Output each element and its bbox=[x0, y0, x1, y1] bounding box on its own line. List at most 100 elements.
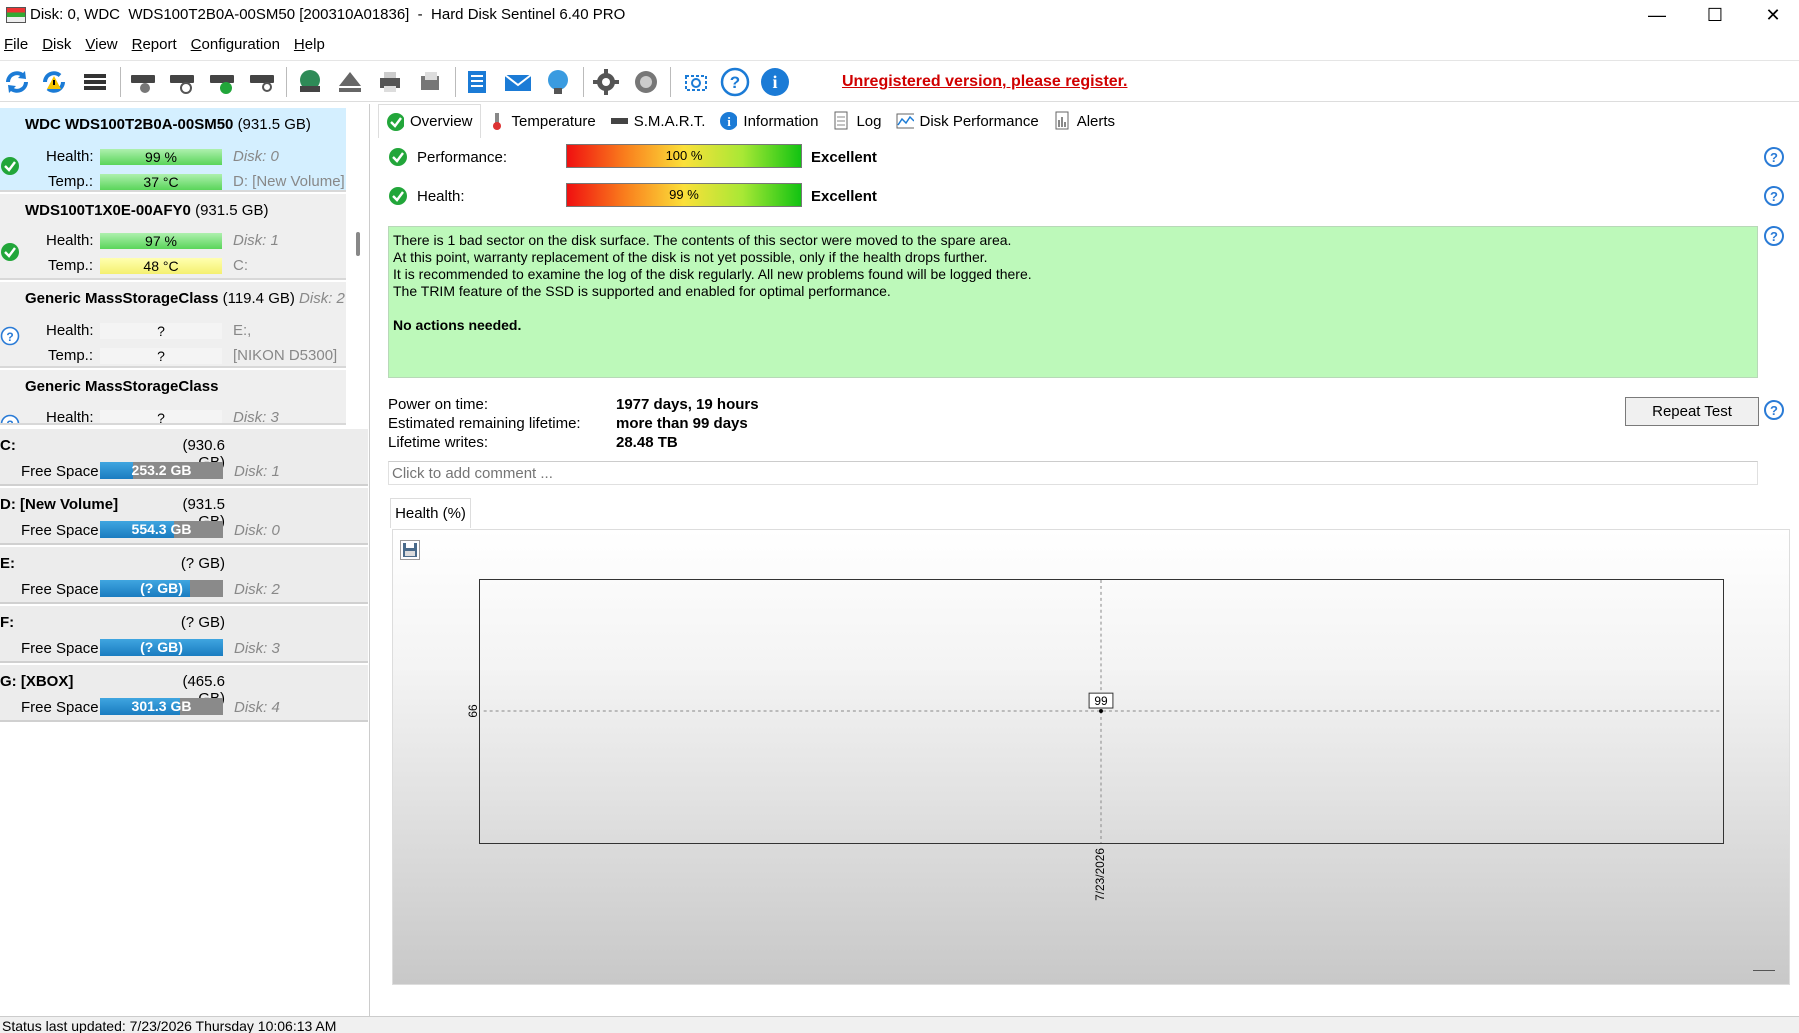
tab-disk-performance[interactable]: Disk Performance bbox=[889, 104, 1046, 138]
web-report-icon[interactable] bbox=[541, 65, 575, 99]
volume-name: G: [XBOX] bbox=[0, 673, 74, 690]
volume-name: C: bbox=[0, 437, 16, 454]
health-label: Health: bbox=[417, 188, 465, 205]
maximize-button[interactable]: ☐ bbox=[1686, 0, 1744, 30]
repeat-test-button[interactable]: Repeat Test bbox=[1625, 397, 1759, 426]
performance-icon bbox=[896, 112, 914, 130]
email-icon[interactable] bbox=[501, 65, 535, 99]
menu-report[interactable]: Report bbox=[128, 34, 187, 58]
tab-temperature[interactable]: Temperature bbox=[481, 104, 603, 138]
free-space-label: Free Space bbox=[21, 463, 99, 480]
action-text: No actions needed. bbox=[393, 317, 522, 333]
temp-bar: ? bbox=[100, 348, 222, 364]
help-icon[interactable]: ? bbox=[1764, 226, 1784, 246]
tab-label: Temperature bbox=[511, 112, 596, 130]
sound-icon[interactable] bbox=[629, 65, 663, 99]
disk-number: Disk: 4 bbox=[234, 699, 280, 716]
comment-input[interactable] bbox=[388, 461, 1758, 485]
tab-label: S.M.A.R.T. bbox=[633, 112, 706, 130]
disk-number: Disk: 2 bbox=[234, 581, 280, 598]
info-icon[interactable]: i bbox=[758, 65, 792, 99]
disk-card-3[interactable]: Generic MassStorageClass ? Health: ? Dis… bbox=[0, 370, 346, 425]
tab-information[interactable]: i Information bbox=[712, 104, 825, 138]
disk-title: WDC WDS100T2B0A-00SM50 (931.5 GB) bbox=[25, 116, 311, 133]
volume-card-c[interactable]: C: (930.6 GB) Free Space 253.2 GB Disk: … bbox=[0, 429, 368, 486]
globe-disk-icon[interactable] bbox=[293, 65, 327, 99]
settings-icon[interactable] bbox=[589, 65, 623, 99]
volume-card-d[interactable]: D: [New Volume] (931.5 GB) Free Space 55… bbox=[0, 488, 368, 545]
message-line: At this point, warranty replacement of t… bbox=[393, 249, 988, 265]
help-icon[interactable]: ? bbox=[718, 65, 752, 99]
help-icon[interactable]: ? bbox=[1764, 186, 1784, 206]
tab-overview[interactable]: Overview bbox=[378, 104, 481, 138]
message-line: The TRIM feature of the SSD is supported… bbox=[393, 283, 891, 299]
health-label: Health: bbox=[46, 148, 94, 165]
disk-list-icon[interactable] bbox=[78, 65, 112, 99]
disk-search-icon[interactable] bbox=[245, 65, 279, 99]
disk-ok-icon[interactable] bbox=[205, 65, 239, 99]
data-point bbox=[1099, 709, 1103, 713]
log-icon bbox=[832, 111, 850, 130]
save-chart-icon[interactable] bbox=[400, 540, 420, 560]
data-label: 99 bbox=[1094, 694, 1108, 708]
tab-label: Information bbox=[743, 112, 819, 130]
volume-size: (? GB) bbox=[180, 555, 225, 572]
help-icon[interactable]: ? bbox=[1764, 147, 1784, 167]
smart-icon bbox=[610, 112, 628, 130]
menu-view[interactable]: View bbox=[81, 34, 127, 58]
temp-bar: 48 °C bbox=[100, 258, 222, 274]
status-unknown-icon: ? bbox=[0, 414, 20, 423]
collapse-handle[interactable] bbox=[1753, 970, 1775, 971]
menu-configuration[interactable]: Configuration bbox=[187, 34, 290, 58]
refresh-warning-icon[interactable] bbox=[37, 65, 71, 99]
report-icon[interactable] bbox=[460, 65, 494, 99]
volume-card-e[interactable]: E: (? GB) Free Space (? GB) Disk: 2 bbox=[0, 547, 368, 604]
screenshot-icon[interactable] bbox=[679, 65, 713, 99]
tab-label: Overview bbox=[410, 113, 473, 130]
tab-alerts[interactable]: Alerts bbox=[1046, 104, 1122, 138]
lifetime-writes-value: 28.48 TB bbox=[616, 434, 678, 451]
volume-card-f[interactable]: F: (? GB) Free Space (? GB) Disk: 3 bbox=[0, 606, 368, 663]
menu-disk[interactable]: Disk bbox=[38, 34, 81, 58]
menu-file[interactable]: File bbox=[0, 34, 38, 58]
performance-ok-icon bbox=[388, 147, 408, 171]
info-icon: i bbox=[719, 112, 738, 130]
close-button[interactable]: ✕ bbox=[1744, 0, 1799, 30]
remaining-lifetime-label: Estimated remaining lifetime: bbox=[388, 415, 581, 432]
window-title: Disk: 0, WDC WDS100T2B0A-00SM50 [200310A… bbox=[30, 6, 626, 23]
svg-text:?: ? bbox=[6, 330, 13, 344]
free-space-bar: 554.3 GB bbox=[100, 521, 223, 538]
tab-health-graph[interactable]: Health (%) bbox=[390, 498, 471, 528]
disk-schedule-icon[interactable] bbox=[165, 65, 199, 99]
disk-card-0[interactable]: WDC WDS100T2B0A-00SM50 (931.5 GB) Health… bbox=[0, 108, 346, 192]
volume-label: [NIKON D5300] bbox=[233, 347, 338, 364]
unregistered-link[interactable]: Unregistered version, please register. bbox=[842, 73, 1127, 91]
eject-icon[interactable] bbox=[333, 65, 367, 99]
export-icon[interactable] bbox=[413, 65, 447, 99]
tab-bar: Overview Temperature S.M.A.R.T. i Inform… bbox=[378, 104, 1122, 138]
power-on-label: Power on time: bbox=[388, 396, 489, 413]
health-bar: 99 % bbox=[100, 149, 222, 165]
disk-test-icon[interactable] bbox=[126, 65, 160, 99]
remaining-lifetime-value: more than 99 days bbox=[616, 415, 748, 432]
temp-label: Temp.: bbox=[48, 257, 94, 274]
volume-card-g[interactable]: G: [XBOX] (465.6 GB) Free Space 301.3 GB… bbox=[0, 665, 368, 722]
minimize-button[interactable]: — bbox=[1628, 0, 1686, 30]
free-space-bar: 253.2 GB bbox=[100, 462, 223, 479]
disk-card-2[interactable]: Generic MassStorageClass (119.4 GB) Disk… bbox=[0, 282, 346, 368]
health-bar: ? bbox=[100, 410, 222, 423]
health-label: Health: bbox=[46, 232, 94, 249]
printer-icon[interactable] bbox=[373, 65, 407, 99]
status-ok-icon bbox=[0, 156, 19, 175]
tab-smart[interactable]: S.M.A.R.T. bbox=[603, 104, 713, 138]
refresh-icon[interactable] bbox=[0, 65, 34, 99]
tab-label: Log bbox=[856, 112, 882, 130]
free-space-label: Free Space bbox=[21, 640, 99, 657]
menu-bar: File Disk View Report Configuration Help bbox=[0, 34, 335, 58]
menu-help[interactable]: Help bbox=[290, 34, 335, 58]
scrollbar-thumb[interactable] bbox=[356, 232, 360, 256]
tab-log[interactable]: Log bbox=[825, 104, 888, 138]
disk-title: WDS100T1X0E-00AFY0 (931.5 GB) bbox=[25, 202, 269, 219]
help-icon[interactable]: ? bbox=[1764, 400, 1784, 420]
disk-card-1[interactable]: WDS100T1X0E-00AFY0 (931.5 GB) Health: 97… bbox=[0, 194, 346, 280]
